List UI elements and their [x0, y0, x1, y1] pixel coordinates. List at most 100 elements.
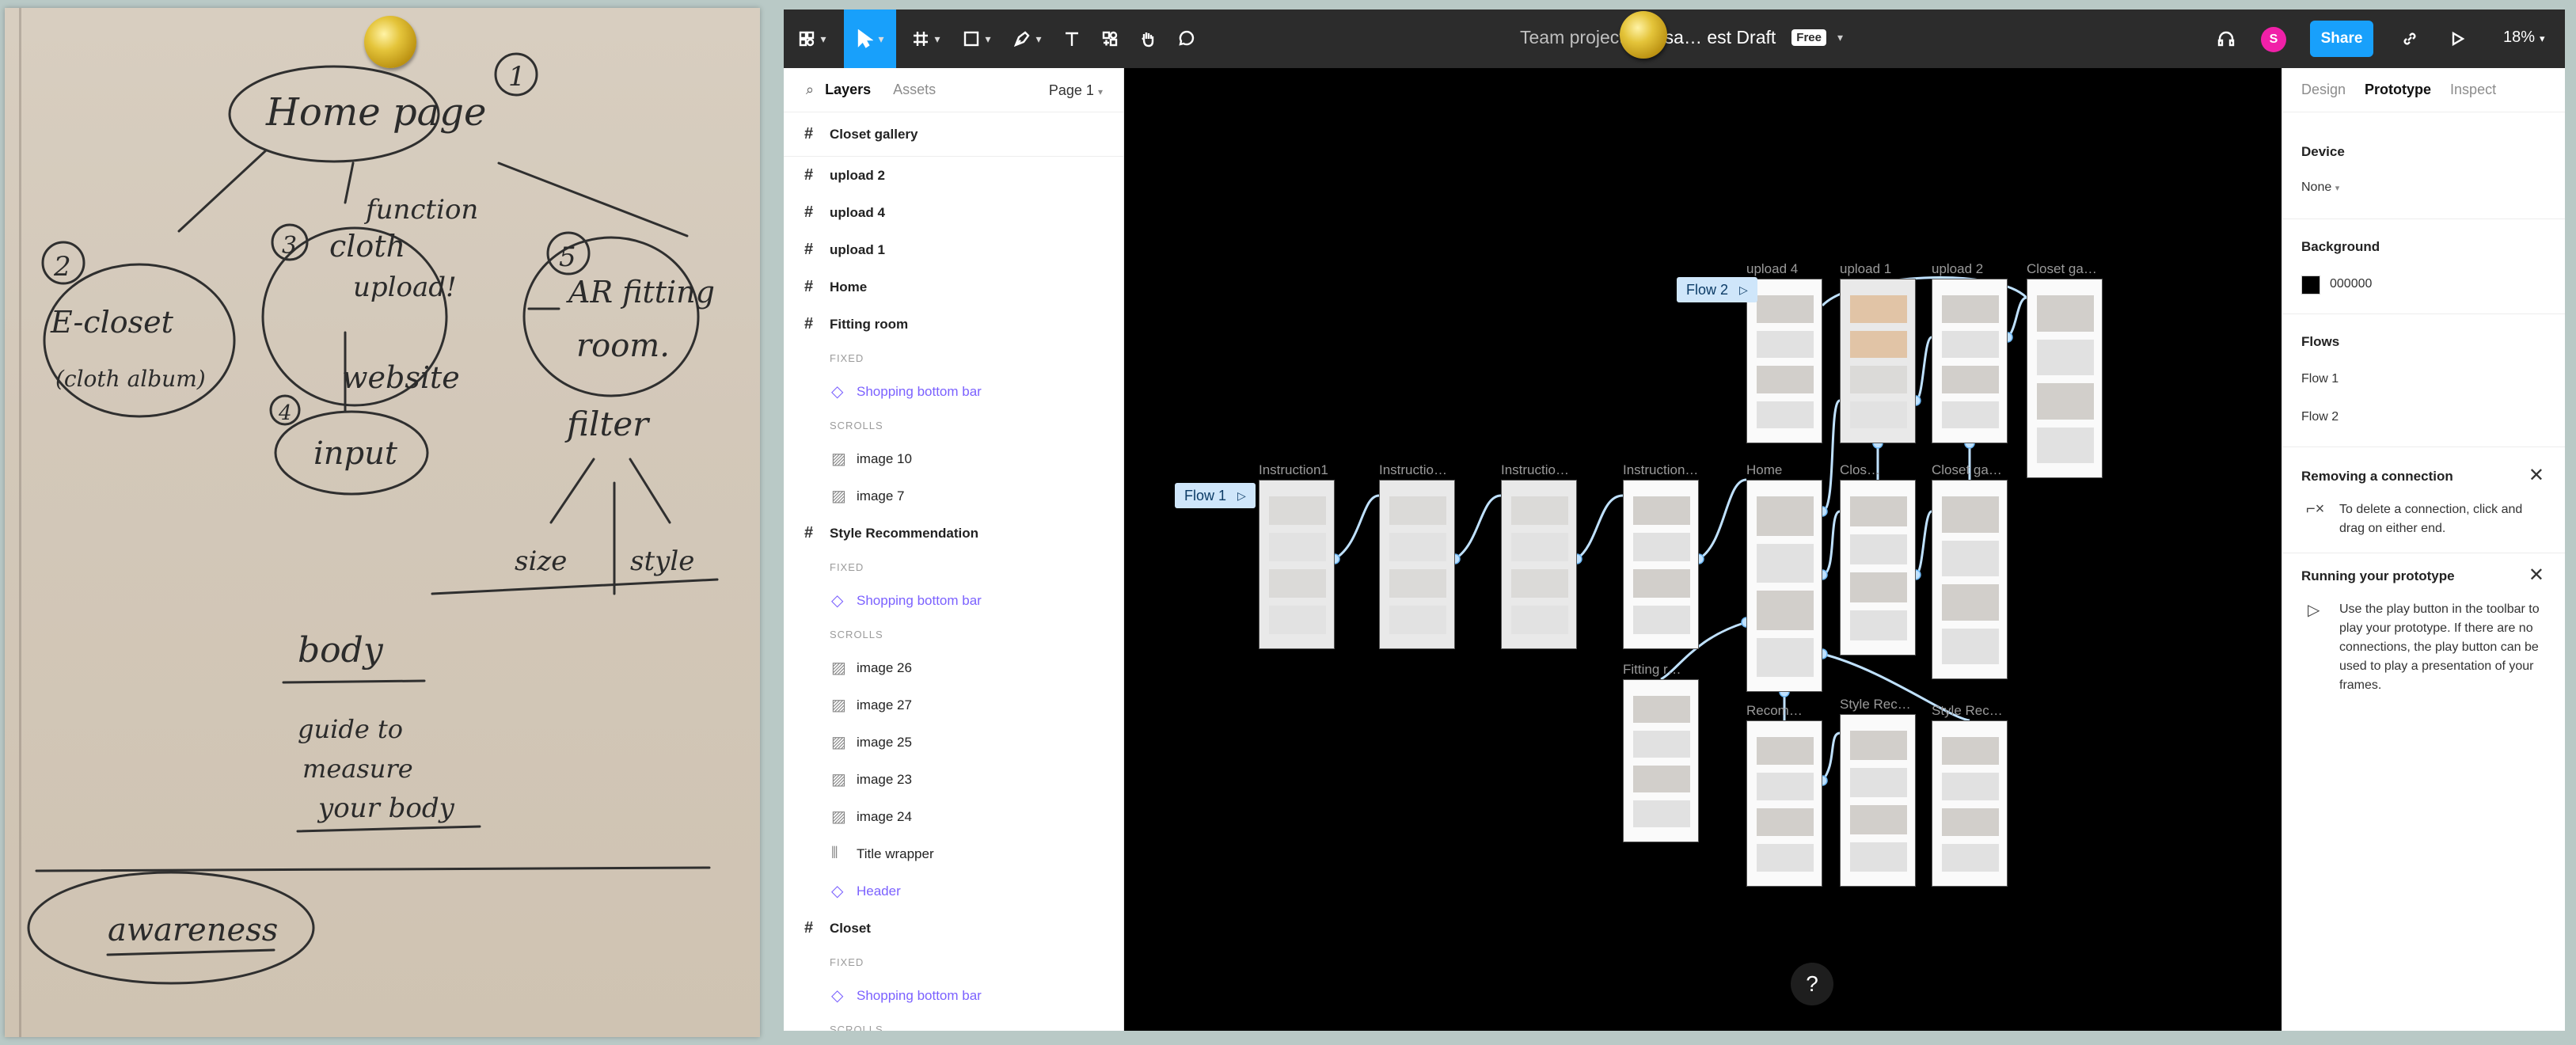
layer-item[interactable]: ▨ image 26 [784, 649, 1123, 686]
frame-label[interactable]: upload 2 [1932, 261, 1983, 277]
zoom-level[interactable]: 18% ▾ [2503, 28, 2545, 47]
frame-label[interactable]: Instruction… [1623, 462, 1698, 478]
layer-item[interactable]: ⫴ Title wrapper [784, 835, 1123, 872]
background-color-swatch[interactable] [2301, 276, 2320, 294]
flow-item-2[interactable]: Flow 2 [2301, 410, 2339, 424]
frame-label[interactable]: Instruction1 [1259, 462, 1328, 478]
layer-item[interactable]: ▨ image 24 [784, 798, 1123, 835]
project-name[interactable]: Team project [1520, 27, 1624, 48]
layer-item[interactable]: ◇ Header [784, 872, 1123, 910]
connection-line[interactable] [1821, 732, 1841, 782]
layer-item[interactable]: # Closet [784, 910, 1123, 947]
flow-item-1[interactable]: Flow 1 [2301, 372, 2339, 386]
prototype-frame[interactable] [1746, 720, 1822, 887]
frame-label[interactable]: Recom… [1746, 703, 1803, 719]
prototype-frame[interactable] [1623, 480, 1699, 649]
resources-button[interactable] [1092, 10, 1127, 68]
prototype-frame[interactable] [1840, 714, 1916, 887]
layer-item[interactable]: # Fitting room [784, 306, 1123, 343]
layer-item[interactable]: ▨ image 27 [784, 686, 1123, 724]
flow-1-start[interactable]: Flow 1 ▷ [1175, 483, 1256, 508]
prototype-frame[interactable] [1840, 480, 1916, 656]
connection-line[interactable] [1576, 494, 1624, 560]
layer-item[interactable]: ◇ Shopping bottom bar [784, 582, 1123, 619]
connection-line[interactable] [1914, 510, 1933, 576]
avatar[interactable]: S [2261, 27, 2286, 52]
file-name[interactable]: Usa… est Draft [1651, 27, 1776, 48]
prototype-frame[interactable] [1379, 480, 1455, 649]
prototype-frame[interactable] [1932, 279, 2008, 443]
prototype-frame[interactable] [1259, 480, 1335, 649]
frame-label[interactable]: Closet ga… [1932, 462, 2002, 478]
layer-item[interactable]: # upload 4 [784, 194, 1123, 231]
layer-item[interactable]: ▨ image 23 [784, 761, 1123, 798]
layer-item[interactable]: ◇ Shopping bottom bar [784, 373, 1123, 410]
hand-tool-button[interactable] [1130, 10, 1165, 68]
chevron-down-icon: ▾ [985, 32, 991, 45]
move-tool-button[interactable]: ▾ [844, 10, 896, 68]
prototype-frame[interactable] [1746, 480, 1822, 692]
close-icon[interactable]: ✕ [2529, 464, 2544, 487]
frame-label[interactable]: Fitting r… [1623, 662, 1681, 678]
search-icon[interactable]: ⌕ [806, 82, 814, 98]
prototype-frame[interactable] [1932, 720, 2008, 887]
share-button[interactable]: Share [2310, 21, 2373, 57]
frame-label[interactable]: upload 4 [1746, 261, 1798, 277]
close-icon[interactable]: ✕ [2529, 564, 2544, 587]
tab-layers[interactable]: Layers [825, 82, 871, 98]
layer-item[interactable]: # upload 1 [784, 231, 1123, 268]
present-button[interactable] [2440, 10, 2475, 68]
canvas[interactable]: Instruction1 Instructio… Instructio… Instru… [1124, 68, 2282, 1031]
connection-line[interactable] [1822, 510, 1841, 576]
device-select[interactable]: None ▾ [2301, 180, 2339, 195]
page-selector[interactable]: Page 1 ▾ [1049, 82, 1103, 99]
main-menu-button[interactable]: ▾ [790, 10, 834, 68]
pen-tool-button[interactable]: ▾ [1005, 10, 1050, 68]
frame-label[interactable]: Clos… [1840, 462, 1880, 478]
layer-item[interactable]: ▨ image 25 [784, 724, 1123, 761]
layer-item[interactable]: # Home [784, 268, 1123, 306]
prototype-frame[interactable] [1623, 679, 1699, 842]
view-only-link-button[interactable] [2392, 10, 2427, 68]
flow-2-start[interactable]: Flow 2 ▷ [1677, 277, 1757, 302]
tab-inspect[interactable]: Inspect [2450, 82, 2496, 98]
layer-item[interactable]: ◇ Shopping bottom bar [784, 977, 1123, 1014]
connection-line[interactable] [1334, 494, 1380, 560]
frame-label[interactable]: Closet ga… [2027, 261, 2097, 277]
connection-line[interactable] [1822, 399, 1841, 513]
background-hex[interactable]: 000000 [2330, 277, 2372, 291]
layer-item[interactable]: ▨ image 10 [784, 440, 1123, 477]
chevron-down-icon[interactable]: ▾ [1837, 31, 1843, 44]
frame-tool-button[interactable]: ▾ [904, 10, 948, 68]
layer-item[interactable]: ▨ image 7 [784, 477, 1123, 515]
text-tool-button[interactable] [1054, 10, 1089, 68]
tab-assets[interactable]: Assets [893, 82, 936, 98]
comment-tool-button[interactable] [1168, 10, 1203, 68]
divider [2282, 218, 2565, 219]
help-button[interactable]: ? [1791, 963, 1833, 1005]
connection-line[interactable] [1454, 494, 1502, 560]
frame-label[interactable]: Style Rec… [1932, 703, 2003, 719]
layer-item[interactable]: # Style Recommendation [784, 515, 1123, 552]
connection-line[interactable] [2006, 296, 2027, 339]
frame-label[interactable]: Home [1746, 462, 1782, 478]
connection-line[interactable] [1914, 336, 1933, 402]
frame-label[interactable]: Instructio… [1501, 462, 1569, 478]
layer-item[interactable]: # Closet gallery [784, 112, 1123, 157]
frame-label[interactable]: upload 1 [1840, 261, 1891, 277]
tab-prototype[interactable]: Prototype [2365, 82, 2431, 98]
prototype-frame[interactable] [2027, 279, 2103, 478]
prototype-frame[interactable] [1501, 480, 1577, 649]
prototype-frame[interactable] [1932, 480, 2008, 679]
chevron-down-icon: ▾ [1035, 32, 1042, 45]
frame-label[interactable]: Instructio… [1379, 462, 1447, 478]
layer-item[interactable]: # upload 2 [784, 157, 1123, 194]
tab-design[interactable]: Design [2301, 82, 2346, 98]
prototype-frame[interactable] [1746, 279, 1822, 443]
connection-line[interactable] [1698, 478, 1747, 560]
frame-label[interactable]: Style Rec… [1840, 697, 1911, 712]
background-label: Background [2301, 239, 2380, 254]
audio-button[interactable] [2209, 10, 2244, 68]
prototype-frame[interactable] [1840, 279, 1916, 443]
shape-tool-button[interactable]: ▾ [955, 10, 999, 68]
